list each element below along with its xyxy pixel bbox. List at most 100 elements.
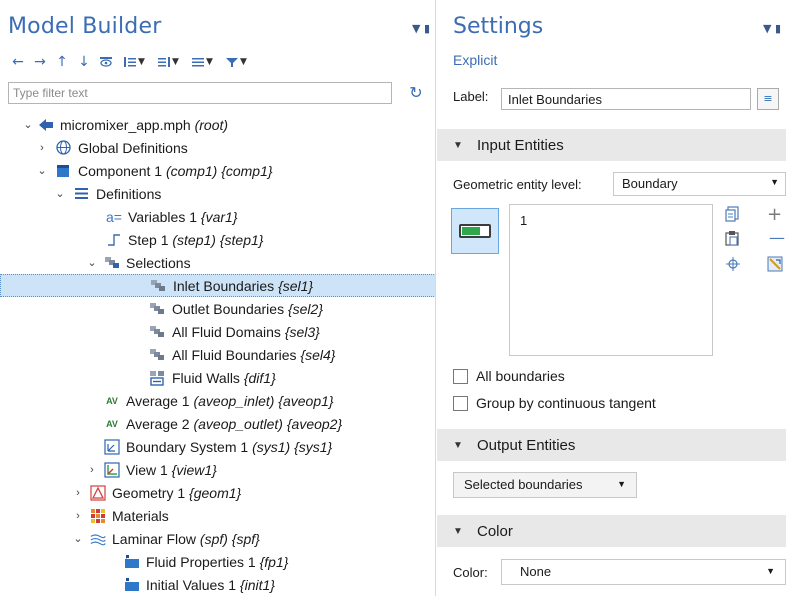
geo-level-value: Boundary	[622, 176, 678, 191]
expand-icon[interactable]: ▼	[152, 53, 184, 71]
tree-node-geometry[interactable]: › Geometry 1 {geom1}	[0, 481, 435, 504]
tree-node-label: Variables 1	[128, 208, 198, 225]
tree-node-average-2[interactable]: AV Average 2 (aveop_outlet) {aveop2}	[0, 412, 435, 435]
output-entities-value: Selected boundaries	[464, 477, 583, 492]
definitions-icon	[73, 186, 89, 202]
tree-node-selections[interactable]: ⌄ Selections	[0, 251, 435, 274]
collapsed-chevron-icon[interactable]: ›	[72, 487, 84, 499]
list-options-icon[interactable]: ▼	[186, 53, 218, 71]
collapsed-chevron-icon[interactable]: ›	[86, 464, 98, 476]
tree-node-tag: (spf) {spf}	[199, 530, 260, 547]
add-icon[interactable]: +	[767, 204, 782, 225]
color-select[interactable]: None ▼	[501, 559, 786, 585]
expand-chevron-icon[interactable]: ⌄	[22, 119, 34, 131]
tree-node-initial-values[interactable]: Initial Values 1 {init1}	[0, 573, 435, 596]
collapsed-chevron-icon[interactable]: ›	[36, 142, 48, 154]
list-item[interactable]: 1	[520, 213, 702, 228]
pin-icon[interactable]: ▮	[424, 22, 430, 35]
output-entities-select[interactable]: Selected boundaries ▼	[453, 472, 637, 498]
tree-node-all-fluid-boundaries[interactable]: All Fluid Boundaries {sel4}	[0, 343, 435, 366]
label-field[interactable]: Inlet Boundaries	[501, 88, 751, 110]
filter-input[interactable]: Type filter text	[8, 82, 392, 104]
tree-node-label: Initial Values 1	[146, 576, 237, 593]
tree-node-average-1[interactable]: AV Average 1 (aveop_inlet) {aveop1}	[0, 389, 435, 412]
all-boundaries-checkbox[interactable]	[453, 368, 468, 384]
group-by-tangent-row[interactable]: Group by continuous tangent	[453, 395, 656, 411]
tree-node-fluid-walls[interactable]: Fluid Walls {dif1}	[0, 366, 435, 389]
expand-chevron-icon[interactable]: ⌄	[54, 188, 66, 200]
tree-node-label: Boundary System 1	[126, 438, 249, 455]
tree-node-definitions[interactable]: ⌄ Definitions	[0, 182, 435, 205]
forward-arrow-icon[interactable]: →	[30, 53, 50, 71]
move-down-icon[interactable]: ↓	[74, 53, 94, 71]
selections-icon	[104, 255, 120, 271]
model-tree: ⌄ micromixer_app.mph (root) › Global Def…	[0, 113, 435, 596]
dropdown-arrow-icon: ▼	[770, 177, 779, 187]
selection-icon	[149, 301, 165, 317]
difference-icon	[149, 370, 165, 386]
tree-node-all-fluid-domains[interactable]: All Fluid Domains {sel3}	[0, 320, 435, 343]
section-collapse-icon: ▼	[453, 439, 463, 451]
activate-selection-toggle[interactable]	[451, 208, 499, 254]
expand-chevron-icon[interactable]: ⌄	[36, 165, 48, 177]
expand-chevron-icon[interactable]: ⌄	[86, 257, 98, 269]
paste-icon[interactable]	[725, 230, 739, 250]
tree-node-root[interactable]: ⌄ micromixer_app.mph (root)	[0, 113, 435, 136]
label-edit-icon[interactable]: ≡	[757, 88, 779, 110]
tree-node-inlet-boundaries[interactable]: Inlet Boundaries {sel1}	[0, 274, 435, 297]
tree-node-laminar-flow[interactable]: ⌄ Laminar Flow (spf) {spf}	[0, 527, 435, 550]
tree-node-label: Selections	[126, 254, 191, 271]
tree-node-outlet-boundaries[interactable]: Outlet Boundaries {sel2}	[0, 297, 435, 320]
section-input-entities[interactable]: ▼ Input Entities	[437, 129, 786, 161]
clear-selection-icon[interactable]	[767, 256, 783, 276]
laminar-flow-icon	[90, 531, 106, 547]
panel-menu-icon[interactable]: ▼	[412, 22, 420, 35]
selection-list[interactable]: 1	[509, 204, 713, 356]
tree-node-label: micromixer_app.mph	[60, 116, 191, 133]
tree-node-step[interactable]: Step 1 (step1) {step1}	[0, 228, 435, 251]
toggle-switch-icon	[459, 224, 491, 238]
tree-node-boundary-system[interactable]: Boundary System 1 (sys1) {sys1}	[0, 435, 435, 458]
move-up-icon[interactable]: ↑	[52, 53, 72, 71]
tree-node-tag: {dif1}	[243, 369, 276, 386]
panel-menu-icon[interactable]: ▼	[763, 22, 771, 35]
tree-node-tag: (root)	[194, 116, 229, 133]
refresh-icon[interactable]: ↻	[405, 82, 427, 104]
section-collapse-icon: ▼	[453, 139, 463, 151]
filter-dropdown-icon[interactable]: ▼	[220, 53, 252, 71]
section-color[interactable]: ▼ Color	[437, 515, 786, 547]
show-icon[interactable]	[96, 53, 116, 71]
initial-values-icon	[124, 577, 140, 593]
expand-chevron-icon[interactable]: ⌄	[72, 533, 84, 545]
tree-node-fluid-properties[interactable]: P Fluid Properties 1 {fp1}	[0, 550, 435, 573]
tree-node-label: Global Definitions	[78, 139, 188, 156]
copy-icon[interactable]	[725, 206, 739, 226]
tree-node-global-definitions[interactable]: › Global Definitions	[0, 136, 435, 159]
section-output-entities[interactable]: ▼ Output Entities	[437, 429, 786, 461]
tree-node-variables[interactable]: a= Variables 1 {var1}	[0, 205, 435, 228]
tree-node-tag: {geom1}	[189, 484, 242, 501]
settings-title: Settings	[453, 14, 544, 39]
tree-node-materials[interactable]: › Materials	[0, 504, 435, 527]
collapsed-chevron-icon[interactable]: ›	[72, 510, 84, 522]
remove-icon[interactable]: —	[769, 228, 785, 247]
back-arrow-icon[interactable]: ←	[8, 53, 28, 71]
pin-icon[interactable]: ▮	[775, 22, 781, 35]
tree-node-tag: {sel2}	[287, 300, 324, 317]
zoom-selected-icon[interactable]	[725, 256, 741, 276]
average-icon: AV	[106, 418, 118, 429]
all-boundaries-row[interactable]: All boundaries	[453, 368, 565, 384]
collapse-icon[interactable]: ▼	[118, 53, 150, 71]
tree-node-view[interactable]: › View 1 {view1}	[0, 458, 435, 481]
tree-node-tag: (sys1) {sys1}	[252, 438, 333, 455]
group-by-tangent-checkbox[interactable]	[453, 395, 468, 411]
geometry-icon	[90, 484, 106, 501]
tree-node-label: Laminar Flow	[112, 530, 197, 547]
tree-node-tag: {sel4}	[300, 346, 336, 363]
geo-level-select[interactable]: Boundary ▼	[613, 172, 786, 196]
tree-node-component[interactable]: ⌄ Component 1 (comp1) {comp1}	[0, 159, 435, 182]
tree-node-label: All Fluid Boundaries	[172, 346, 297, 363]
tree-node-label: Step 1	[128, 231, 169, 248]
geo-level-caption: Geometric entity level:	[453, 177, 582, 192]
tree-node-tag: {init1}	[239, 576, 275, 593]
